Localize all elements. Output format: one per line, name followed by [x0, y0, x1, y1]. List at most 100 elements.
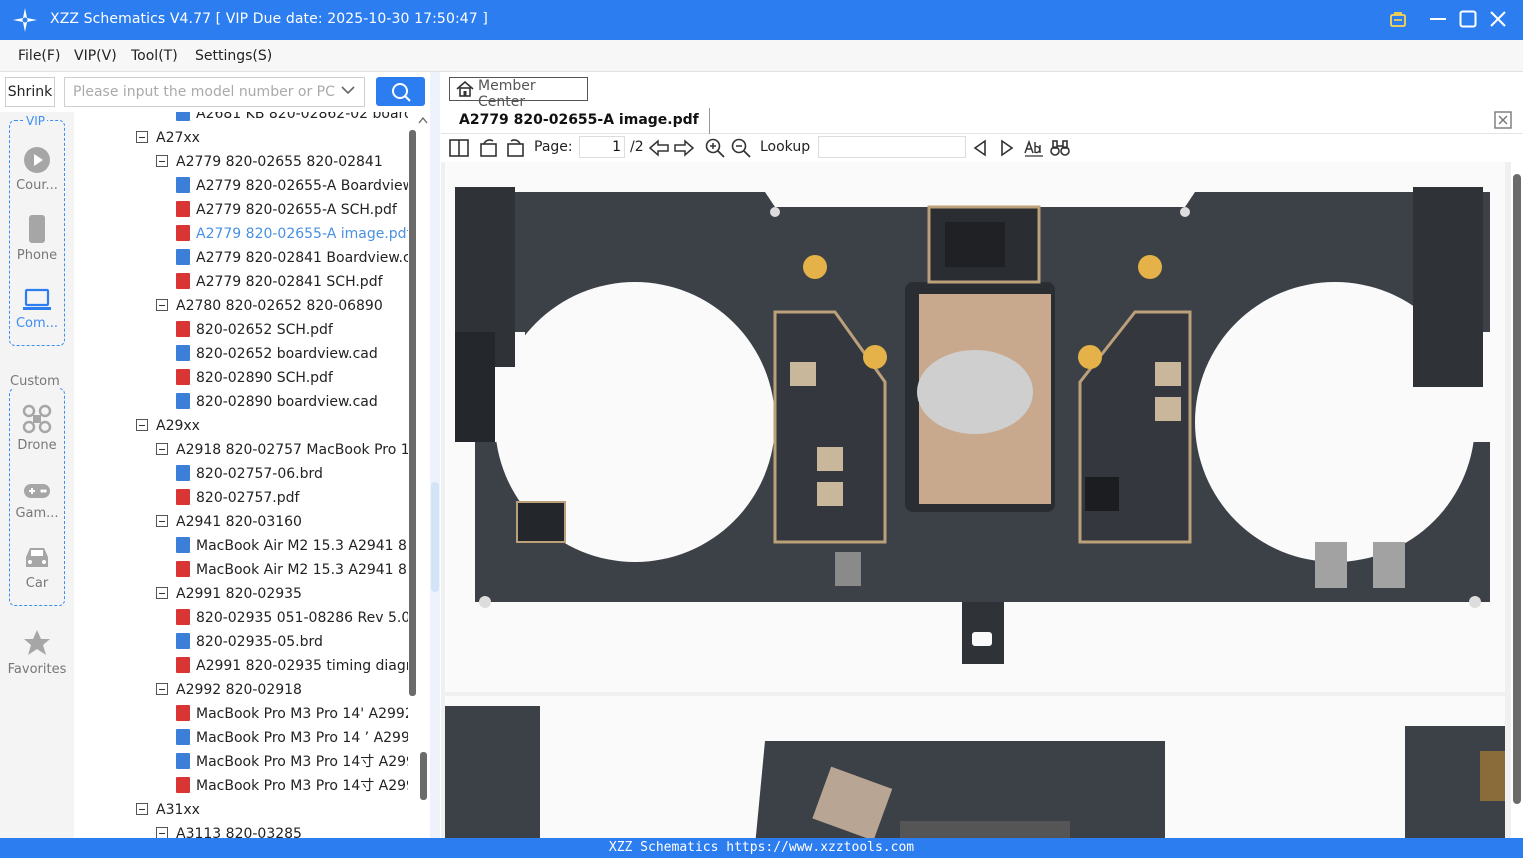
rotate-left-icon[interactable]: [478, 138, 500, 158]
maximize-icon[interactable]: [1457, 8, 1479, 30]
search-input[interactable]: [64, 77, 365, 107]
previous-page-arrow-icon[interactable]: [648, 138, 670, 158]
collapse-toggle-icon[interactable]: [156, 299, 168, 311]
tree-file-node[interactable]: A2681 KB 820-02862-02 boardv: [176, 112, 408, 126]
document-tab[interactable]: A2779 820-02655-A image.pdf: [449, 108, 710, 134]
tree-file-node[interactable]: 820-02652 boardview.cad: [176, 342, 378, 366]
find-next-icon[interactable]: [999, 138, 1015, 158]
tree-folder-node[interactable]: A27xx: [136, 126, 200, 150]
tree-file-node[interactable]: MacBook Air M2 15.3 A2941 82: [176, 558, 408, 582]
tree-folder-node[interactable]: A2941 820-03160: [156, 510, 302, 534]
page-number-input[interactable]: [579, 136, 625, 158]
lookup-input[interactable]: [818, 136, 966, 158]
tree-file-node[interactable]: 820-02890 SCH.pdf: [176, 366, 333, 390]
rail-item-favorites[interactable]: Favorites: [0, 628, 74, 677]
collapse-toggle-icon[interactable]: [136, 131, 148, 143]
tree-file-node[interactable]: MacBook Air M2 15.3 A2941 82: [176, 534, 408, 558]
tree-folder-node[interactable]: A3113 820-03285: [156, 822, 302, 838]
tree-folder-node[interactable]: A29xx: [136, 414, 200, 438]
tree-node-label: A3113 820-03285: [176, 826, 302, 838]
splitter-grip[interactable]: [431, 482, 439, 592]
menu-tool[interactable]: Tool(T): [131, 48, 178, 64]
rail-label-courses: Cour...: [16, 178, 58, 193]
tree-file-node[interactable]: A2779 820-02841 SCH.pdf: [176, 270, 383, 294]
zoom-in-icon[interactable]: [705, 138, 725, 158]
rail-item-car[interactable]: Car: [0, 544, 74, 591]
menu-settings[interactable]: Settings(S): [195, 48, 272, 64]
rail-item-game[interactable]: Gam...: [0, 480, 74, 521]
rail-label-game: Gam...: [15, 506, 59, 521]
collapse-toggle-icon[interactable]: [156, 587, 168, 599]
collapse-toggle-icon[interactable]: [156, 515, 168, 527]
pdf-file-icon: [176, 369, 190, 385]
menu-vip[interactable]: VIP(V): [74, 48, 117, 64]
tree-folder-node[interactable]: A31xx: [136, 798, 200, 822]
collapse-toggle-icon[interactable]: [156, 155, 168, 167]
boardview-file-icon: [176, 537, 190, 553]
next-page-arrow-icon[interactable]: [673, 138, 695, 158]
search-button[interactable]: [376, 77, 425, 106]
search-row: Shrink: [0, 72, 430, 112]
page-label: Page:: [534, 139, 573, 155]
tree-horizontal-thumb[interactable]: [420, 752, 427, 800]
sidebar-toggle-icon[interactable]: [448, 138, 470, 158]
collapse-toggle-icon[interactable]: [156, 443, 168, 455]
close-icon[interactable]: [1487, 8, 1509, 30]
shrink-button[interactable]: Shrink: [5, 77, 55, 107]
boardview-file-icon: [176, 633, 190, 649]
rail-item-courses[interactable]: Cour...: [0, 146, 74, 193]
tree-folder-node[interactable]: A2992 820-02918: [156, 678, 302, 702]
tree-folder-node[interactable]: A2991 820-02935: [156, 582, 302, 606]
tree-node-label: 820-02757-06.brd: [196, 466, 323, 482]
pane-splitter[interactable]: [430, 72, 440, 838]
tree-node-label: A2992 820-02918: [176, 682, 302, 698]
pdf-file-icon: [176, 489, 190, 505]
collapse-toggle-icon[interactable]: [156, 683, 168, 695]
menu-file[interactable]: File(F): [18, 48, 60, 64]
logic-board-image-page-2: [445, 706, 1505, 838]
tree-folder-node[interactable]: A2780 820-02652 820-06890: [156, 294, 383, 318]
collapse-toggle-icon[interactable]: [156, 827, 168, 838]
binoculars-icon[interactable]: [1049, 138, 1071, 158]
tree-folder-node[interactable]: A2779 820-02655 820-02841: [156, 150, 383, 174]
tree-file-node[interactable]: 820-02890 boardview.cad: [176, 390, 378, 414]
tree-file-node[interactable]: 820-02935 051-08286 Rev 5.0.3.p: [176, 606, 408, 630]
lookup-label: Lookup: [760, 139, 811, 155]
rail-item-phone[interactable]: Phone: [0, 214, 74, 263]
pdf-page-2: [445, 696, 1505, 838]
collapse-toggle-icon[interactable]: [136, 419, 148, 431]
tree-file-node[interactable]: A2779 820-02655-A SCH.pdf: [176, 198, 397, 222]
tree-file-node[interactable]: MacBook Pro M3 Pro 14 ’ A299: [176, 726, 408, 750]
tree-folder-node[interactable]: A2918 820-02757 MacBook Pro 14: [156, 438, 408, 462]
vip-bag-icon[interactable]: [1387, 8, 1409, 30]
tree-file-node[interactable]: 820-02935-05.brd: [176, 630, 323, 654]
rail-item-drone[interactable]: Drone: [0, 404, 74, 453]
zoom-out-icon[interactable]: [731, 138, 751, 158]
match-case-icon[interactable]: [1023, 138, 1045, 158]
document-tab-bar: A2779 820-02655-A image.pdf: [441, 106, 1523, 134]
chevron-down-icon[interactable]: [341, 85, 355, 95]
rail-item-computer[interactable]: Com...: [0, 288, 74, 331]
tree-scroll-thumb[interactable]: [409, 130, 416, 696]
tree-file-node[interactable]: 820-02757.pdf: [176, 486, 299, 510]
tree-file-node[interactable]: 820-02652 SCH.pdf: [176, 318, 333, 342]
tree-file-node[interactable]: A2991 820-02935 timing diagra: [176, 654, 408, 678]
scroll-up-arrow-icon[interactable]: [418, 116, 428, 124]
collapse-toggle-icon[interactable]: [136, 803, 148, 815]
find-previous-icon[interactable]: [972, 138, 988, 158]
tree-file-node[interactable]: 820-02757-06.brd: [176, 462, 323, 486]
tree-file-node[interactable]: A2779 820-02655-A Boardview.c: [176, 174, 408, 198]
tree-file-node[interactable]: MacBook Pro M3 Pro 14寸 A299: [176, 774, 408, 798]
tree-file-node[interactable]: A2779 820-02655-A image.pdf: [176, 222, 408, 246]
logic-board-image: [455, 187, 1490, 664]
rotate-right-icon[interactable]: [504, 138, 526, 158]
minimize-icon[interactable]: [1427, 8, 1449, 30]
tree-file-node[interactable]: MacBook Pro M3 Pro 14' A2992: [176, 702, 408, 726]
tree-node-label: A2779 820-02841 Boardview.cad: [196, 250, 408, 266]
tree-file-node[interactable]: MacBook Pro M3 Pro 14寸 A299: [176, 750, 408, 774]
close-tab-icon[interactable]: [1493, 110, 1513, 130]
tree-file-node[interactable]: A2779 820-02841 Boardview.cad: [176, 246, 408, 270]
document-scroll-thumb[interactable]: [1513, 174, 1521, 804]
member-center-button[interactable]: Member Center: [449, 77, 588, 110]
document-view[interactable]: [441, 162, 1523, 838]
